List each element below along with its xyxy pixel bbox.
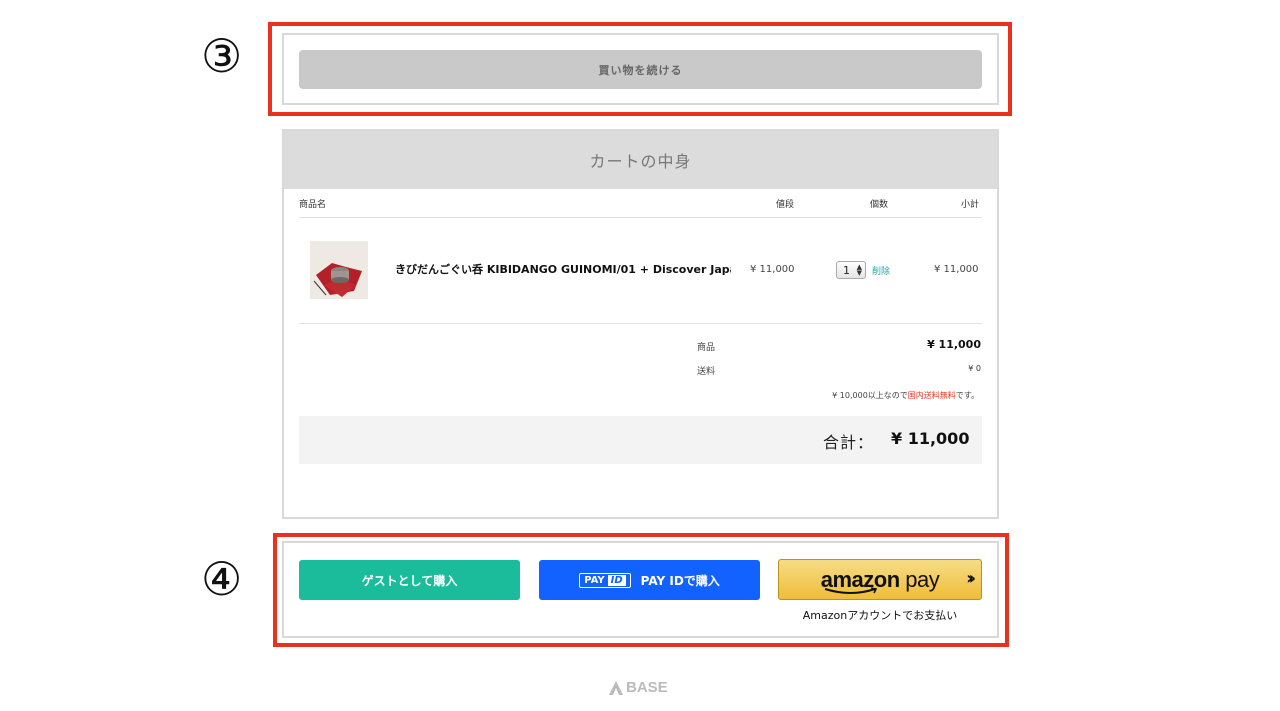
goods-value: ¥ 11,000 [927, 338, 981, 351]
product-name-link[interactable]: きびだんごぐい呑 KIBIDANGO GUINOMI/01 + Discover… [395, 261, 731, 277]
column-price: 値段 [776, 200, 795, 210]
payid-purchase-button[interactable]: PAY ID PAY IDで購入 [539, 560, 760, 600]
payid-logo-icon: PAY ID [579, 572, 631, 588]
amazon-pay-caption: Amazonアカウントでお支払い [802, 609, 958, 622]
total-box [299, 416, 982, 464]
shipping-label: 送料 [697, 367, 716, 377]
cart-title: カートの中身 [284, 131, 997, 189]
note-suffix: です。 [955, 391, 979, 400]
divider [299, 323, 982, 324]
quantity-value: 1 [843, 263, 850, 277]
total-value: ¥ 11,000 [891, 429, 970, 448]
free-shipping-note: ¥ 10,000以上なので国内送料無料です。 [832, 390, 979, 401]
divider [299, 217, 982, 218]
base-brand-text: BASE [626, 679, 668, 696]
step-3-annotation: ③ [201, 29, 243, 83]
select-arrows-icon: ▲ ▼ [856, 263, 862, 277]
column-product-name: 商品名 [299, 200, 327, 210]
shipping-value: ¥ 0 [968, 364, 981, 373]
quantity-select[interactable]: 1 ▲ ▼ [836, 261, 866, 279]
item-subtotal: ¥ 11,000 [934, 264, 979, 275]
guest-purchase-button[interactable]: ゲストとして購入 [299, 560, 520, 600]
amazon-smile-icon [824, 587, 878, 594]
amazon-pay-button[interactable]: amazon pay ›› [778, 559, 982, 600]
delete-item-link[interactable]: 削除 [872, 264, 890, 277]
free-shipping-highlight: 国内送料無料 [907, 391, 956, 400]
payid-button-label: PAY IDで購入 [640, 573, 720, 588]
column-subtotal: 小計 [961, 200, 980, 210]
total-label: 合計： [823, 433, 875, 452]
item-price: ¥ 11,000 [750, 264, 795, 275]
double-chevron-right-icon: ›› [966, 568, 976, 589]
product-thumbnail[interactable] [310, 241, 368, 299]
step-4-annotation: ④ [201, 552, 243, 606]
goods-label: 商品 [697, 343, 716, 353]
column-quantity: 個数 [870, 200, 889, 210]
note-prefix: ¥ 10,000以上なので [832, 391, 908, 400]
base-logo: BASE [608, 679, 668, 696]
base-tent-icon [609, 680, 623, 695]
continue-shopping-button[interactable]: 買い物を続ける [299, 50, 982, 89]
